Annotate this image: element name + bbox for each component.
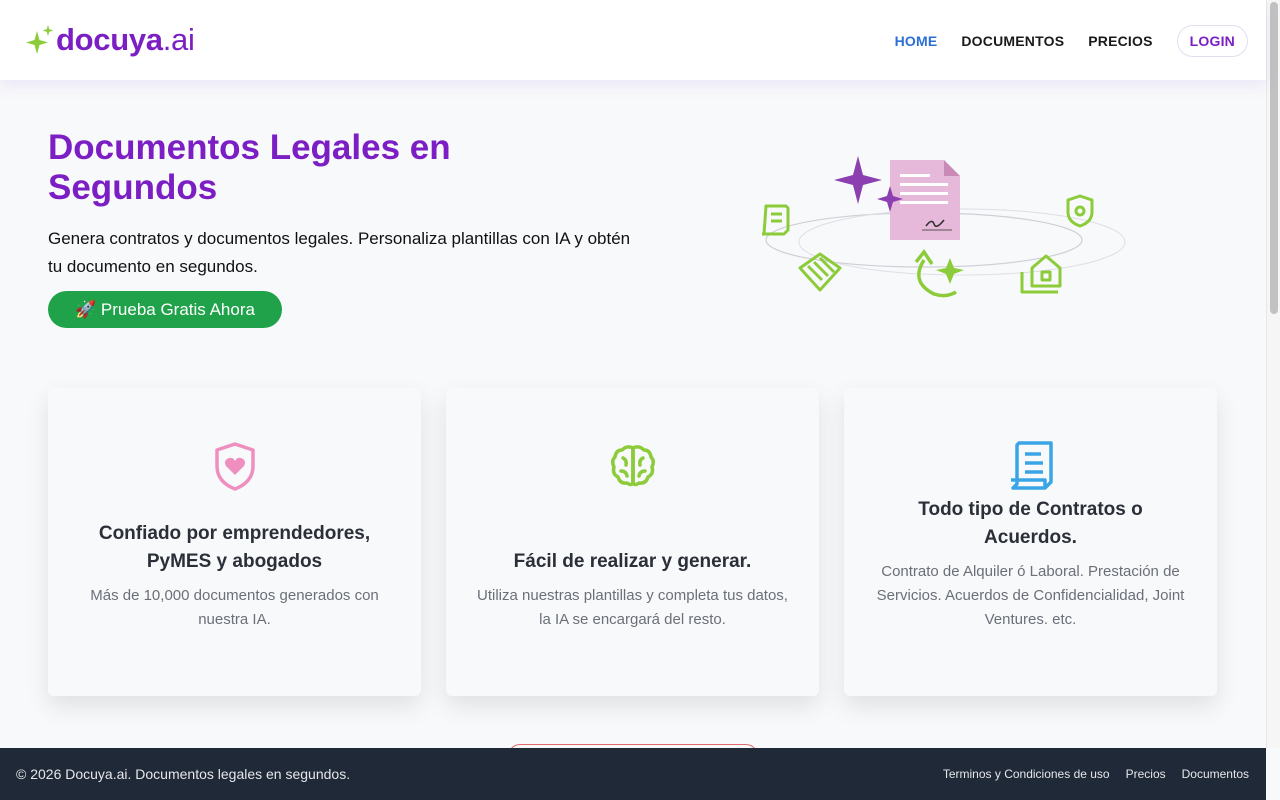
feature-card-trust: Confiado por emprendedores, PyMES y abog… <box>48 388 421 696</box>
feature-title: Todo tipo de Contratos o Acuerdos. <box>918 499 1143 548</box>
nav-precios[interactable]: PRECIOS <box>1088 33 1152 49</box>
document-illustration-icon <box>890 160 960 240</box>
nav-home[interactable]: HOME <box>895 33 938 49</box>
feature-title: Fácil de realizar y generar. <box>513 551 752 572</box>
shield-heart-icon <box>48 440 421 492</box>
house-hand-icon <box>1020 254 1062 294</box>
sparkle-large-icon <box>834 156 882 204</box>
feature-card-easy: Fácil de realizar y generar. Utiliza nue… <box>446 388 819 696</box>
brand-logo[interactable]: docuya.ai <box>24 22 195 58</box>
brand-name: docuya.ai <box>56 22 195 57</box>
login-button[interactable]: LOGIN <box>1176 25 1248 57</box>
footer-links: Terminos y Condiciones de uso Precios Do… <box>927 767 1249 781</box>
feature-text: Utiliza nuestras plantillas y completa t… <box>477 587 788 628</box>
footer-link-documentos[interactable]: Documentos <box>1182 767 1249 781</box>
feature-card-contracts: Todo tipo de Contratos o Acuerdos. Contr… <box>844 388 1217 696</box>
scrollbar-thumb[interactable] <box>1270 2 1278 314</box>
try-free-button[interactable]: 🚀 Prueba Gratis Ahora <box>48 291 282 328</box>
site-footer: © 2026 Docuya.ai. Documentos legales en … <box>0 748 1266 800</box>
brain-icon <box>446 442 819 490</box>
shield-at-icon <box>1066 194 1094 228</box>
hero-title: Documentos Legales en Segundos <box>48 128 451 207</box>
feature-title: Confiado por emprendedores, PyMES y abog… <box>98 523 371 572</box>
hero-illustration <box>762 156 1126 298</box>
page-scrollbar[interactable] <box>1266 0 1280 748</box>
receipt-icon <box>762 204 790 236</box>
main-nav: HOME DOCUMENTOS PRECIOS LOGIN <box>871 25 1248 57</box>
footer-link-terms[interactable]: Terminos y Condiciones de uso <box>943 767 1110 781</box>
site-header: docuya.ai HOME DOCUMENTOS PRECIOS LOGIN <box>0 0 1266 80</box>
footer-link-precios[interactable]: Precios <box>1126 767 1166 781</box>
feature-text: Más de 10,000 documentos generados con n… <box>90 587 379 628</box>
footer-copyright: © 2026 Docuya.ai. Documentos legales en … <box>16 766 351 782</box>
sparkle-logo-icon <box>26 25 54 54</box>
feature-text: Contrato de Alquiler ó Laboral. Prestaci… <box>876 563 1185 628</box>
scroll-document-icon <box>844 440 1217 492</box>
nav-documentos[interactable]: DOCUMENTOS <box>961 33 1064 49</box>
hero-subtitle: Genera contratos y documentos legales. P… <box>48 229 631 276</box>
handshake-icon <box>798 252 842 292</box>
